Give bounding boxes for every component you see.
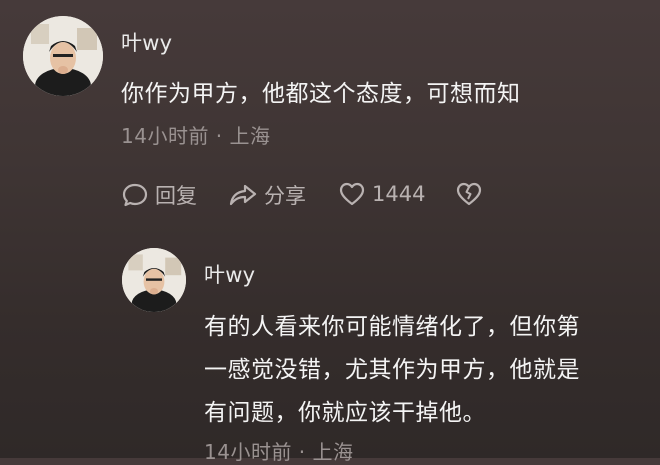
heart-icon <box>338 180 366 208</box>
broken-heart-icon <box>455 180 483 208</box>
reply-icon <box>121 181 149 209</box>
reply-button[interactable]: 回复 <box>121 180 197 210</box>
reply-text-line-3: 有问题，你就应该干掉他。 <box>204 400 486 426</box>
reply-meta: 14小时前 · 上海 <box>204 440 354 464</box>
reply-avatar[interactable] <box>122 248 186 312</box>
reply-username[interactable]: 叶wy <box>204 259 255 289</box>
avatar-image <box>122 248 186 312</box>
comment-text: 你作为甲方，他都这个态度，可想而知 <box>121 81 521 107</box>
reply-label: 回复 <box>155 184 197 208</box>
dislike-button[interactable] <box>455 180 489 208</box>
share-label: 分享 <box>264 184 306 208</box>
share-button[interactable]: 分享 <box>228 180 306 210</box>
comment-meta: 14小时前 · 上海 <box>121 124 271 148</box>
comment-username[interactable]: 叶wy <box>121 27 172 57</box>
avatar-image <box>23 16 103 96</box>
avatar[interactable] <box>23 16 103 96</box>
reply-text-line-1: 有的人看来你可能情绪化了，但你第 <box>204 314 580 340</box>
like-count: 1444 <box>372 182 426 206</box>
like-button[interactable]: 1444 <box>338 180 425 208</box>
share-icon <box>228 181 258 209</box>
reply-text-line-2: 一感觉没错，尤其作为甲方，他就是 <box>204 357 580 383</box>
